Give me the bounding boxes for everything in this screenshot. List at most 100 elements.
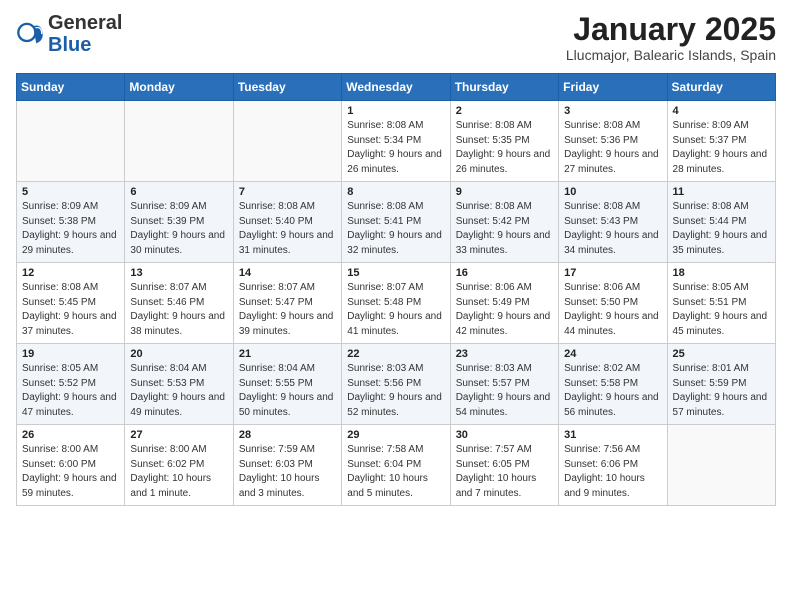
day-number: 24: [564, 348, 662, 360]
day-info: Sunrise: 8:08 AM Sunset: 5:36 PM Dayligh…: [564, 119, 662, 177]
logo-blue-text: Blue: [48, 34, 91, 56]
calendar-cell: 17 Sunrise: 8:06 AM Sunset: 5:50 PM Dayli…: [559, 263, 667, 344]
calendar-cell: 24 Sunrise: 8:02 AM Sunset: 5:58 PM Dayli…: [559, 344, 667, 425]
day-info: Sunrise: 8:01 AM Sunset: 5:59 PM Dayligh…: [673, 362, 771, 420]
calendar-cell: 21Sunrise: 8:04 AM Sunset: 5:55 PM Dayli…: [233, 344, 341, 425]
day-info: Sunrise: 8:02 AM Sunset: 5:58 PM Dayligh…: [564, 362, 662, 420]
calendar-cell: 16 Sunrise: 8:06 AM Sunset: 5:49 PM Dayli…: [450, 263, 558, 344]
weekday-header-cell: Saturday: [667, 74, 775, 101]
month-title: January 2025: [566, 12, 776, 47]
location: Llucmajor, Balearic Islands, Spain: [566, 47, 776, 63]
weekday-header-cell: Friday: [559, 74, 667, 101]
calendar-cell: 12 Sunrise: 8:08 AM Sunset: 5:45 PM Dayli…: [17, 263, 125, 344]
calendar-week-row: 19Sunrise: 8:05 AM Sunset: 5:52 PM Dayli…: [17, 344, 776, 425]
calendar-cell: 22 Sunrise: 8:03 AM Sunset: 5:56 PM Dayli…: [342, 344, 450, 425]
calendar-cell: [17, 101, 125, 182]
logo-icon: [16, 20, 44, 48]
day-info: Sunrise: 8:06 AM Sunset: 5:49 PM Dayligh…: [456, 281, 554, 339]
calendar-cell: 25 Sunrise: 8:01 AM Sunset: 5:59 PM Dayli…: [667, 344, 775, 425]
day-number: 15: [347, 267, 445, 279]
day-info: Sunrise: 8:08 AM Sunset: 5:43 PM Dayligh…: [564, 200, 662, 258]
day-number: 6: [130, 186, 228, 198]
calendar-cell: 4 Sunrise: 8:09 AM Sunset: 5:37 PM Daylig…: [667, 101, 775, 182]
day-info: Sunrise: 8:00 AM Sunset: 6:00 PM Dayligh…: [22, 443, 120, 501]
day-number: 2: [456, 105, 554, 117]
day-number: 22: [347, 348, 445, 360]
day-number: 7: [239, 186, 337, 198]
calendar-cell: 8 Sunrise: 8:08 AM Sunset: 5:41 PM Daylig…: [342, 182, 450, 263]
calendar-cell: 1Sunrise: 8:08 AM Sunset: 5:34 PM Daylig…: [342, 101, 450, 182]
day-info: Sunrise: 8:08 AM Sunset: 5:35 PM Dayligh…: [456, 119, 554, 177]
day-number: 27: [130, 429, 228, 441]
weekday-header-cell: Monday: [125, 74, 233, 101]
calendar-week-row: 5Sunrise: 8:09 AM Sunset: 5:38 PM Daylig…: [17, 182, 776, 263]
calendar-cell: 27Sunrise: 8:00 AM Sunset: 6:02 PM Dayli…: [125, 425, 233, 506]
day-number: 21: [239, 348, 337, 360]
day-number: 1: [347, 105, 445, 117]
day-number: 9: [456, 186, 554, 198]
calendar-cell: 19Sunrise: 8:05 AM Sunset: 5:52 PM Dayli…: [17, 344, 125, 425]
calendar-cell: 26 Sunrise: 8:00 AM Sunset: 6:00 PM Dayli…: [17, 425, 125, 506]
day-info: Sunrise: 8:03 AM Sunset: 5:56 PM Dayligh…: [347, 362, 445, 420]
day-info: Sunrise: 7:59 AM Sunset: 6:03 PM Dayligh…: [239, 443, 337, 501]
calendar-cell: 5Sunrise: 8:09 AM Sunset: 5:38 PM Daylig…: [17, 182, 125, 263]
day-info: Sunrise: 8:09 AM Sunset: 5:37 PM Dayligh…: [673, 119, 771, 177]
day-number: 11: [673, 186, 771, 198]
day-info: Sunrise: 8:09 AM Sunset: 5:38 PM Dayligh…: [22, 200, 120, 258]
day-info: Sunrise: 8:08 AM Sunset: 5:40 PM Dayligh…: [239, 200, 337, 258]
logo: General Blue: [16, 12, 122, 57]
day-info: Sunrise: 8:03 AM Sunset: 5:57 PM Dayligh…: [456, 362, 554, 420]
calendar-cell: 7 Sunrise: 8:08 AM Sunset: 5:40 PM Daylig…: [233, 182, 341, 263]
weekday-header-row: SundayMondayTuesdayWednesdayThursdayFrid…: [17, 74, 776, 101]
day-number: 16: [456, 267, 554, 279]
day-info: Sunrise: 8:08 AM Sunset: 5:42 PM Dayligh…: [456, 200, 554, 258]
weekday-header-cell: Thursday: [450, 74, 558, 101]
day-info: Sunrise: 8:06 AM Sunset: 5:50 PM Dayligh…: [564, 281, 662, 339]
day-number: 20: [130, 348, 228, 360]
day-number: 10: [564, 186, 662, 198]
day-number: 4: [673, 105, 771, 117]
day-number: 30: [456, 429, 554, 441]
weekday-header-cell: Wednesday: [342, 74, 450, 101]
calendar-cell: 11Sunrise: 8:08 AM Sunset: 5:44 PM Dayli…: [667, 182, 775, 263]
day-info: Sunrise: 7:58 AM Sunset: 6:04 PM Dayligh…: [347, 443, 445, 501]
day-number: 25: [673, 348, 771, 360]
calendar-cell: 6 Sunrise: 8:09 AM Sunset: 5:39 PM Daylig…: [125, 182, 233, 263]
calendar-week-row: 26 Sunrise: 8:00 AM Sunset: 6:00 PM Dayli…: [17, 425, 776, 506]
day-info: Sunrise: 8:09 AM Sunset: 5:39 PM Dayligh…: [130, 200, 228, 258]
day-number: 3: [564, 105, 662, 117]
calendar-body: 1Sunrise: 8:08 AM Sunset: 5:34 PM Daylig…: [17, 101, 776, 506]
calendar-cell: [125, 101, 233, 182]
calendar-cell: 20 Sunrise: 8:04 AM Sunset: 5:53 PM Dayli…: [125, 344, 233, 425]
weekday-header-cell: Sunday: [17, 74, 125, 101]
day-number: 8: [347, 186, 445, 198]
calendar-cell: 14Sunrise: 8:07 AM Sunset: 5:47 PM Dayli…: [233, 263, 341, 344]
day-number: 12: [22, 267, 120, 279]
calendar-cell: [233, 101, 341, 182]
calendar-cell: 28Sunrise: 7:59 AM Sunset: 6:03 PM Dayli…: [233, 425, 341, 506]
calendar-cell: 30 Sunrise: 7:57 AM Sunset: 6:05 PM Dayli…: [450, 425, 558, 506]
day-number: 19: [22, 348, 120, 360]
calendar-table: SundayMondayTuesdayWednesdayThursdayFrid…: [16, 73, 776, 506]
title-block: January 2025 Llucmajor, Balearic Islands…: [566, 12, 776, 63]
day-info: Sunrise: 7:57 AM Sunset: 6:05 PM Dayligh…: [456, 443, 554, 501]
calendar-cell: 10 Sunrise: 8:08 AM Sunset: 5:43 PM Dayli…: [559, 182, 667, 263]
day-info: Sunrise: 8:04 AM Sunset: 5:53 PM Dayligh…: [130, 362, 228, 420]
day-info: Sunrise: 8:05 AM Sunset: 5:51 PM Dayligh…: [673, 281, 771, 339]
calendar-week-row: 12 Sunrise: 8:08 AM Sunset: 5:45 PM Dayli…: [17, 263, 776, 344]
calendar-cell: 13Sunrise: 8:07 AM Sunset: 5:46 PM Dayli…: [125, 263, 233, 344]
calendar-week-row: 1Sunrise: 8:08 AM Sunset: 5:34 PM Daylig…: [17, 101, 776, 182]
day-number: 26: [22, 429, 120, 441]
logo-general-text: General: [48, 12, 122, 34]
day-info: Sunrise: 8:08 AM Sunset: 5:41 PM Dayligh…: [347, 200, 445, 258]
day-number: 31: [564, 429, 662, 441]
calendar-cell: 3 Sunrise: 8:08 AM Sunset: 5:36 PM Daylig…: [559, 101, 667, 182]
weekday-header-cell: Tuesday: [233, 74, 341, 101]
calendar-cell: 9 Sunrise: 8:08 AM Sunset: 5:42 PM Daylig…: [450, 182, 558, 263]
calendar-cell: [667, 425, 775, 506]
calendar-cell: 29Sunrise: 7:58 AM Sunset: 6:04 PM Dayli…: [342, 425, 450, 506]
day-number: 13: [130, 267, 228, 279]
calendar-cell: 15Sunrise: 8:07 AM Sunset: 5:48 PM Dayli…: [342, 263, 450, 344]
day-number: 17: [564, 267, 662, 279]
day-info: Sunrise: 8:08 AM Sunset: 5:45 PM Dayligh…: [22, 281, 120, 339]
